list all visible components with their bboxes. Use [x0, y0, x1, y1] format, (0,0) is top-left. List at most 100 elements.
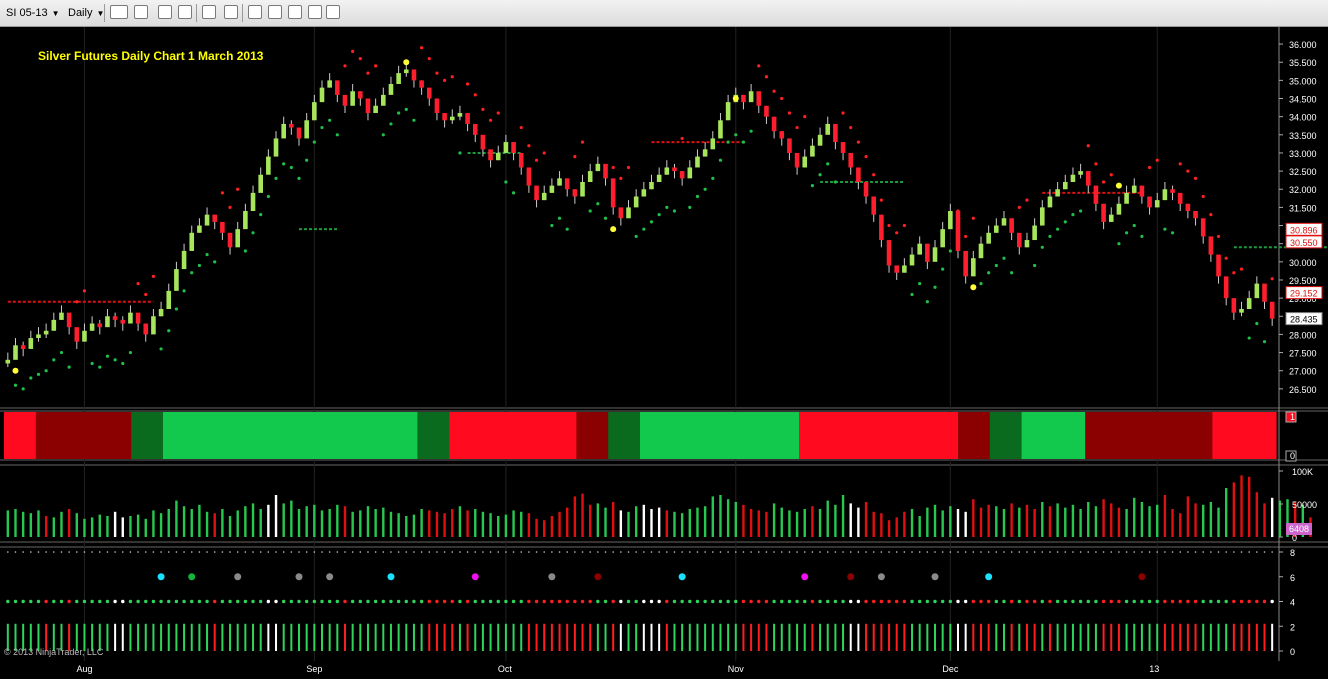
bear-candle [342, 94, 348, 106]
support-dot [504, 180, 508, 184]
trend-state-dot [849, 599, 853, 604]
pointer-icon[interactable] [202, 5, 216, 19]
volume-bar [290, 500, 293, 537]
reference-dot [551, 551, 553, 553]
volume-bar [313, 504, 316, 537]
indicator-marker [931, 573, 939, 581]
indicator-tick-label: 4 [1290, 598, 1295, 608]
volume-bar [435, 511, 439, 537]
price-tick-label: 35.000 [1289, 76, 1317, 86]
volume-bar [144, 518, 147, 537]
trend-state-bar [704, 623, 707, 651]
resistance-dot [964, 234, 968, 239]
signal-segment [258, 412, 291, 459]
resistance-dot [420, 46, 424, 50]
trend-state-bar [412, 623, 415, 651]
resistance-dot [841, 111, 845, 115]
resistance-dot [351, 49, 355, 53]
volume-bar [481, 511, 485, 537]
volume-bar [1186, 496, 1190, 537]
reference-dot [1271, 551, 1273, 553]
reference-dot [620, 551, 622, 553]
indicator-icon[interactable] [158, 5, 172, 19]
bull-candle [457, 113, 463, 117]
trend-state-dot [826, 599, 830, 604]
properties-icon[interactable] [288, 5, 302, 19]
resistance-dot [465, 82, 470, 86]
signal-segment [894, 412, 927, 459]
trend-state-bar [466, 623, 469, 651]
reference-dot [229, 551, 231, 553]
draw-icon[interactable] [134, 5, 148, 19]
signal-segment [1180, 412, 1213, 459]
reference-dot [1194, 551, 1197, 553]
crosshair-icon[interactable] [178, 5, 192, 19]
trend-state-bar [727, 623, 730, 651]
volume-bar [21, 511, 25, 537]
instrument-selector[interactable]: SI 05-13 ▼ [6, 4, 60, 22]
trend-state-bar [1033, 623, 1036, 651]
bull-candle [948, 211, 953, 230]
reference-dot [972, 551, 975, 553]
support-dot [833, 180, 837, 184]
reference-dot [106, 551, 109, 553]
interval-selector[interactable]: Daily ▼ [68, 4, 104, 22]
volume-bar [428, 510, 431, 537]
trend-state-dot [879, 599, 884, 604]
indicator-marker [326, 573, 334, 581]
bear-candle [411, 69, 417, 81]
chart-plot-area[interactable]: 10 100K 50000 0 6408 8 6 4 2 0 36.000 35.500 35.0… [0, 27, 1328, 679]
bull-candle [388, 83, 394, 95]
save-icon[interactable] [308, 5, 322, 19]
trend-state-bar [1110, 623, 1113, 651]
zoom-icon[interactable] [224, 5, 238, 19]
volume-bar [1163, 495, 1167, 537]
resistance-dot [1155, 158, 1159, 162]
volume-bar [627, 511, 630, 537]
volume-bar [182, 506, 186, 537]
reference-dot [750, 551, 752, 553]
trend-state-dot [550, 599, 554, 604]
strategy-icon[interactable] [248, 5, 262, 19]
trend-state-bar [359, 623, 362, 651]
resistance-dot [1094, 162, 1098, 166]
reference-dot [213, 551, 216, 553]
reference-dot [75, 551, 78, 553]
trend-state-bar [1087, 623, 1090, 651]
volume-bar [949, 506, 952, 537]
bull-candle [128, 312, 133, 324]
resistance-dot [1178, 162, 1182, 166]
bull-candle [350, 91, 355, 106]
reference-dot [282, 551, 285, 553]
candlestick-series [5, 59, 1275, 374]
reference-dot [267, 551, 270, 553]
reference-dot [1263, 551, 1266, 553]
chart-trader-icon[interactable] [326, 5, 340, 19]
volume-bar [1056, 503, 1059, 537]
bear-candle [526, 167, 532, 186]
bull-candle [1116, 203, 1122, 215]
bull-candle [166, 290, 172, 310]
support-dot [1170, 231, 1175, 235]
bear-candle [1208, 236, 1214, 255]
support-dot [59, 350, 64, 355]
resistance-dot [971, 216, 975, 220]
trend-state-dot [297, 599, 301, 604]
trend-state-bar [1225, 623, 1228, 651]
volume-bar [543, 520, 546, 537]
support-dot [1063, 220, 1067, 224]
bar-style-icon[interactable] [110, 5, 128, 19]
volume-bar [941, 510, 944, 537]
support-dot [665, 205, 669, 209]
data-box-icon[interactable] [268, 5, 282, 19]
support-dot [98, 365, 102, 369]
volume-bar [703, 506, 707, 537]
bull-candle [825, 123, 831, 135]
trend-state-dot [1239, 599, 1244, 604]
trend-state-dot [833, 599, 838, 604]
bear-candle [442, 113, 447, 121]
reference-dot [413, 551, 415, 553]
bull-candle [204, 214, 210, 226]
trend-state-bar [481, 623, 484, 651]
support-dot [826, 162, 830, 166]
